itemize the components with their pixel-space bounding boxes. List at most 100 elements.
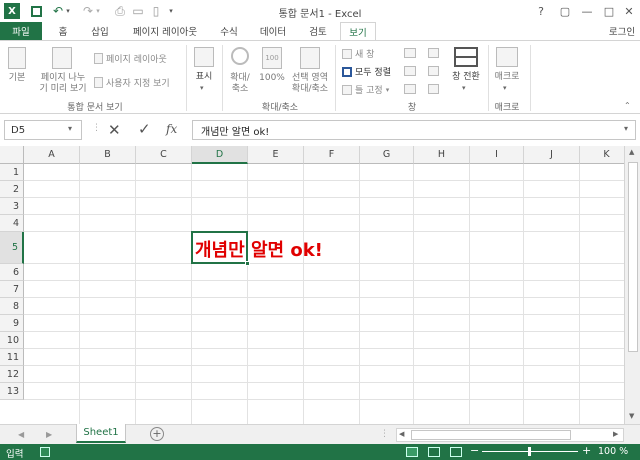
tab-home[interactable]: 홈	[48, 22, 78, 40]
cancel-icon[interactable]: ✕	[108, 121, 121, 139]
row-header-5[interactable]: 5	[0, 232, 24, 264]
row-header-2[interactable]: 2	[0, 181, 24, 198]
page-break-preview-button[interactable]: 페이지 나누 기 미리 보기	[34, 73, 92, 95]
login-link[interactable]: 로그인	[604, 22, 640, 40]
row-header-7[interactable]: 7	[0, 281, 24, 298]
column-header-e[interactable]: E	[248, 146, 304, 164]
add-sheet-button[interactable]: +	[150, 427, 164, 441]
zoom-100-icon: 100	[262, 47, 282, 69]
column-header-c[interactable]: C	[136, 146, 192, 164]
tab-file[interactable]: 파일	[0, 22, 42, 40]
row-header-8[interactable]: 8	[0, 298, 24, 315]
close-button[interactable]: ✕	[618, 2, 640, 20]
arrange-all-button[interactable]: 모두 정렬	[342, 65, 391, 78]
column-header-h[interactable]: H	[414, 146, 470, 164]
row-header-10[interactable]: 10	[0, 332, 24, 349]
switch-windows-button[interactable]: 창 전환	[446, 72, 486, 83]
tab-data[interactable]: 데이터	[252, 22, 294, 40]
row-header-3[interactable]: 3	[0, 198, 24, 215]
page-break-status-icon[interactable]	[450, 447, 462, 457]
tab-insert[interactable]: 삽입	[82, 22, 118, 40]
row-header-4[interactable]: 4	[0, 215, 24, 232]
tab-view[interactable]: 보기	[340, 22, 376, 40]
column-header-b[interactable]: B	[80, 146, 136, 164]
grid-hline	[24, 382, 624, 383]
row-header-1[interactable]: 1	[0, 164, 24, 181]
row-header-13[interactable]: 13	[0, 383, 24, 400]
row-header-11[interactable]: 11	[0, 349, 24, 366]
custom-views-button[interactable]: 사용자 지정 보기	[94, 76, 170, 89]
freeze-panes-button[interactable]: 틀 고정 ▾	[342, 83, 389, 96]
horizontal-scroll-thumb[interactable]	[411, 430, 571, 440]
zoom-in-button[interactable]: +	[582, 444, 591, 457]
insert-function-icon[interactable]: fx	[166, 122, 177, 136]
collapse-ribbon-icon[interactable]: ⌃	[624, 101, 631, 110]
fill-handle[interactable]	[245, 261, 250, 266]
zoom-slider-thumb[interactable]	[528, 447, 531, 456]
new-window-button[interactable]: 새 창	[342, 47, 374, 60]
sheet-tab-sheet1[interactable]: Sheet1	[76, 424, 126, 443]
scroll-right-arrow[interactable]: ▶	[613, 430, 618, 438]
vertical-scroll-thumb[interactable]	[628, 162, 638, 352]
hide-icon[interactable]	[404, 66, 416, 76]
horizontal-scrollbar[interactable]: ◀ ▶	[396, 428, 624, 442]
column-header-i[interactable]: I	[470, 146, 524, 164]
tab-formulas[interactable]: 수식	[212, 22, 246, 40]
formula-input[interactable]: 개념만 알면 ok!	[192, 120, 636, 140]
column-header-g[interactable]: G	[360, 146, 414, 164]
scroll-up-arrow[interactable]: ▲	[629, 148, 634, 156]
show-dropdown-icon[interactable]: ▾	[200, 84, 204, 92]
name-box-dropdown-icon[interactable]: ▾	[68, 124, 72, 133]
freeze-panes-dropdown-icon: ▾	[385, 85, 390, 94]
zoom-slider[interactable]	[482, 447, 578, 456]
column-header-j[interactable]: J	[524, 146, 580, 164]
show-button[interactable]: 표시	[188, 72, 220, 83]
tab-page-layout[interactable]: 페이지 레이아웃	[124, 22, 206, 40]
row-header-6[interactable]: 6	[0, 264, 24, 281]
synchronous-scrolling-icon[interactable]	[428, 66, 439, 76]
unhide-icon[interactable]	[404, 84, 416, 94]
column-header-f[interactable]: F	[304, 146, 360, 164]
sheet-next-icon[interactable]: ▶	[46, 430, 52, 439]
row-header-9[interactable]: 9	[0, 315, 24, 332]
normal-view-button[interactable]: 기본	[2, 73, 32, 84]
enter-icon[interactable]: ✓	[138, 120, 151, 138]
tab-review[interactable]: 검토	[300, 22, 336, 40]
row-header-12[interactable]: 12	[0, 366, 24, 383]
column-header-d[interactable]: D	[192, 146, 248, 164]
scroll-left-arrow[interactable]: ◀	[399, 430, 404, 438]
sheet-prev-icon[interactable]: ◀	[18, 430, 24, 439]
help-button[interactable]: ?	[530, 2, 552, 20]
page-layout-view-button[interactable]: 페이지 레이아웃	[94, 52, 167, 65]
maximize-button[interactable]: □	[598, 2, 620, 20]
zoom-level[interactable]: 100 %	[598, 446, 628, 457]
switch-windows-dropdown-icon[interactable]: ▾	[462, 84, 466, 92]
grid-hline	[24, 297, 624, 298]
column-header-a[interactable]: A	[24, 146, 80, 164]
formula-bar-grip-icon[interactable]: ⋮	[92, 123, 101, 133]
active-cell[interactable]: 개념만 알면 ok!	[191, 231, 323, 264]
page-layout-status-icon[interactable]	[428, 447, 440, 457]
zoom-to-selection-button[interactable]: 선택 영역 확대/축소	[288, 73, 332, 95]
grid-vline	[359, 164, 360, 424]
tab-split-grip-icon[interactable]: ⋮	[380, 429, 389, 439]
normal-view-status-icon[interactable]	[406, 447, 418, 457]
expand-formula-bar-icon[interactable]: ▾	[624, 124, 628, 133]
scroll-down-arrow[interactable]: ▼	[629, 412, 634, 420]
zoom-button[interactable]: 확대/ 축소	[224, 73, 256, 95]
ribbon-display-options-button[interactable]: ▢	[554, 2, 576, 20]
zoom-label-2: 축소	[231, 84, 249, 94]
minimize-button[interactable]: —	[576, 2, 598, 20]
macros-dropdown-icon[interactable]: ▾	[503, 84, 507, 92]
select-all-corner[interactable]	[0, 146, 24, 164]
macros-button[interactable]: 매크로	[490, 72, 524, 83]
zoom-out-button[interactable]: −	[470, 444, 479, 457]
view-side-by-side-icon[interactable]	[428, 48, 439, 58]
zoom-100-button[interactable]: 100%	[258, 73, 286, 84]
split-icon[interactable]	[404, 48, 416, 58]
reset-window-position-icon[interactable]	[428, 84, 439, 94]
vertical-scrollbar[interactable]: ▲ ▼	[624, 146, 640, 424]
grid-hline	[24, 263, 624, 264]
group-separator	[186, 45, 187, 111]
macro-record-icon[interactable]	[40, 447, 50, 457]
